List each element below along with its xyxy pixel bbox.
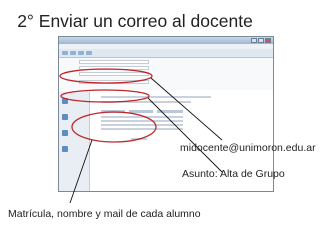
subject-annotation: Asunto: Alta de Grupo [182, 168, 285, 180]
subject-highlight-ellipse [60, 89, 150, 103]
students-arrow [69, 139, 93, 204]
annotation-overlay [59, 68, 223, 204]
email-highlight-ellipse [59, 68, 153, 84]
students-highlight-ellipse [71, 111, 157, 143]
email-annotation: midocente@unimoron.edu.ar [180, 142, 316, 154]
email-arrow [150, 77, 223, 141]
students-annotation: Matrícula, nombre y mail de cada alumno [8, 208, 201, 220]
subject-arrow [147, 97, 223, 173]
